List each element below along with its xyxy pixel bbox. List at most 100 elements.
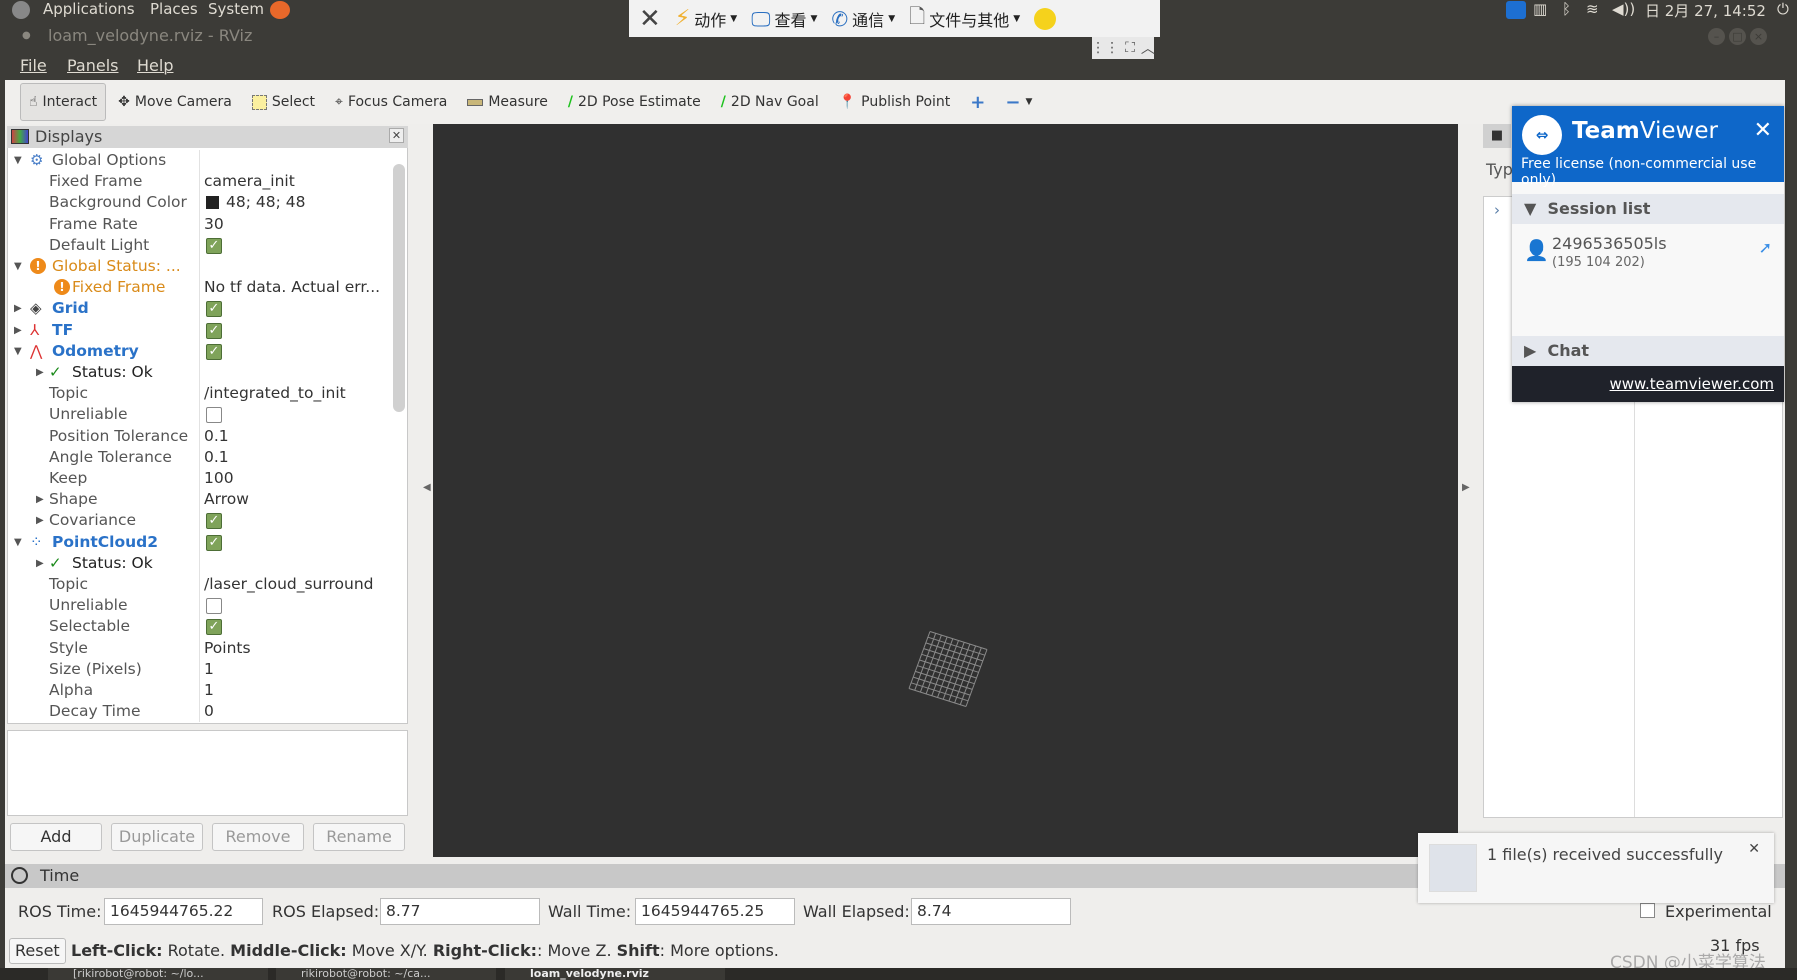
close-window-button[interactable]: × [1750, 28, 1767, 45]
tool-focus-camera[interactable]: ⌖ Focus Camera [327, 83, 455, 121]
maximize-button[interactable]: □ [1729, 28, 1746, 45]
checked-checkbox[interactable]: ✓ [206, 301, 222, 318]
property-value[interactable]: 100 [204, 468, 234, 489]
chevron-right-icon[interactable]: › [1494, 201, 1500, 219]
collapse-right-icon[interactable]: ▶ [1462, 482, 1470, 493]
view-menu[interactable]: 🖵 查看 ▼ [751, 7, 817, 31]
wall-time-field[interactable]: 1645944765.25 [635, 898, 795, 925]
teamviewer-tray-icon[interactable] [1506, 1, 1526, 19]
chat-header[interactable]: ▶ Chat [1512, 336, 1784, 366]
rename-button[interactable]: Rename [313, 823, 405, 851]
grid-handle-icon[interactable]: ⋮⋮ [1091, 40, 1119, 56]
tree-row[interactable]: ▼! Global Status: ... [8, 256, 393, 277]
expand-closed-icon[interactable]: ▶ [36, 510, 44, 531]
reset-button[interactable]: Reset [9, 938, 66, 964]
tool-interact[interactable]: ☝ Interact [20, 83, 107, 121]
ubuntu-logo-icon[interactable] [12, 1, 30, 19]
checked-checkbox[interactable]: ✓ [206, 534, 222, 551]
menu-help[interactable]: Help [137, 56, 173, 75]
property-value[interactable]: 30 [204, 214, 224, 235]
expand-closed-icon[interactable]: ▶ [36, 553, 44, 574]
unchecked-checkbox[interactable] [206, 598, 222, 615]
tool-measure[interactable]: Measure [459, 83, 556, 121]
expand-closed-icon[interactable]: ▶ [36, 362, 44, 383]
teamviewer-link[interactable]: www.teamviewer.com [1610, 375, 1774, 393]
checked-checkbox[interactable]: ✓ [206, 619, 222, 636]
expand-closed-icon[interactable]: ▶ [14, 298, 22, 319]
tree-row[interactable]: Unreliable [8, 404, 393, 425]
tree-row[interactable]: Style Points [8, 638, 393, 659]
displays-scrollbar[interactable] [393, 164, 405, 412]
tree-row[interactable]: Keep 100 [8, 468, 393, 489]
tool-2d-pose-estimate[interactable]: /2D Pose Estimate [560, 83, 709, 121]
tool-move-camera[interactable]: ✥ Move Camera [110, 83, 240, 121]
clock[interactable]: 日 2月 27, 14:52 [1645, 0, 1766, 21]
property-value[interactable]: camera_init [204, 171, 295, 192]
property-value[interactable]: 0 [204, 701, 214, 722]
expand-open-icon[interactable]: ▼ [14, 341, 22, 362]
tree-row[interactable]: ▼ ⋀ Odometry ✓ [8, 341, 393, 362]
keyboard-icon[interactable]: ▥ [1533, 0, 1547, 18]
menu-places[interactable]: Places [150, 0, 198, 18]
taskbar-item[interactable]: [rikirobot@robot: ~/lo... [48, 968, 268, 980]
menu-system[interactable]: System [208, 0, 264, 18]
session-list-header[interactable]: ▼ Session list [1512, 194, 1784, 224]
expand-closed-icon[interactable]: ▶ [14, 320, 22, 341]
fullscreen-icon[interactable]: ⛶ [1125, 40, 1135, 56]
remove-button[interactable]: Remove [212, 823, 304, 851]
minimize-button[interactable]: – [1708, 28, 1725, 45]
wall-elapsed-field[interactable]: 8.74 [911, 898, 1071, 925]
expand-open-icon[interactable]: ▼ [14, 532, 22, 553]
menu-file[interactable]: File [20, 56, 47, 75]
collapse-left-icon[interactable]: ◀ [423, 482, 431, 493]
color-swatch[interactable] [206, 196, 219, 210]
tree-row[interactable]: Alpha 1 [8, 680, 393, 701]
tool-publish-point[interactable]: 📍 Publish Point [831, 83, 959, 121]
tree-row[interactable]: Angle Tolerance 0.1 [8, 447, 393, 468]
teamviewer-close-button[interactable]: ✕ [1754, 118, 1772, 143]
tree-row[interactable]: ▶ ◈ Grid ✓ [8, 298, 393, 319]
files-menu[interactable]: 🗋 文件与其他 ▼ [909, 2, 1020, 36]
expand-closed-icon[interactable]: ▶ [36, 489, 44, 510]
power-icon[interactable]: ⏻ [1777, 0, 1789, 18]
duplicate-button[interactable]: Duplicate [111, 823, 203, 851]
tree-row[interactable]: ▶ ✓ Status: Ok [8, 553, 393, 574]
expand-open-icon[interactable]: ▼ [14, 256, 22, 277]
checked-checkbox[interactable]: ✓ [206, 322, 222, 339]
property-value[interactable]: /laser_cloud_surround [204, 574, 374, 595]
bluetooth-icon[interactable]: ᛒ [1562, 0, 1571, 18]
property-value[interactable]: 0.1 [204, 447, 229, 468]
tree-row[interactable]: Unreliable [8, 595, 393, 616]
ros-time-field[interactable]: 1645944765.22 [104, 898, 263, 925]
tree-row[interactable]: Default Light ✓ [8, 235, 393, 256]
smiley-icon[interactable] [1034, 7, 1057, 30]
property-value[interactable]: 48; 48; 48 [226, 192, 305, 213]
tree-row[interactable]: ▶ ✓ Status: Ok [8, 362, 393, 383]
action-menu[interactable]: ⚡ 动作 ▼ [675, 6, 737, 31]
property-value[interactable]: Points [204, 638, 251, 659]
tree-row[interactable]: ▼ ⁘ PointCloud2 ✓ [8, 532, 393, 553]
tree-row[interactable]: Background Color 48; 48; 48 [8, 192, 393, 213]
close-panel-button[interactable]: ✕ [389, 128, 404, 143]
volume-icon[interactable]: ◀)) [1612, 0, 1635, 18]
expand-open-icon[interactable]: ▼ [14, 150, 22, 171]
experimental-checkbox[interactable] [1640, 903, 1655, 918]
property-value[interactable]: No tf data. Actual err... [204, 277, 380, 298]
remove-tool-button[interactable]: − ▼ [997, 83, 1040, 121]
3d-viewport[interactable]: ◀ [423, 124, 1458, 857]
tool-select[interactable]: Select [244, 83, 323, 121]
ros-elapsed-field[interactable]: 8.77 [380, 898, 540, 925]
add-button[interactable]: Add [10, 823, 102, 851]
menu-applications[interactable]: Applications [43, 0, 135, 18]
tree-row[interactable]: Topic/integrated_to_init [8, 383, 393, 404]
tree-row[interactable]: Frame Rate 30 [8, 214, 393, 235]
property-value[interactable]: 0.1 [204, 426, 229, 447]
tree-row[interactable]: Size (Pixels) 1 [8, 659, 393, 680]
checked-checkbox[interactable]: ✓ [206, 513, 222, 530]
taskbar-item[interactable]: rikirobot@robot: ~/ca... [276, 968, 496, 980]
tree-row[interactable]: ! Fixed Frame No tf data. Actual err... [8, 277, 393, 298]
collapse-icon[interactable]: ︿ [1141, 38, 1155, 58]
checked-checkbox[interactable]: ✓ [206, 343, 222, 360]
tool-2d-nav-goal[interactable]: /2D Nav Goal [713, 83, 827, 121]
session-item[interactable]: 👤 2496536505ls (195 104 202) ➚ [1512, 224, 1784, 336]
